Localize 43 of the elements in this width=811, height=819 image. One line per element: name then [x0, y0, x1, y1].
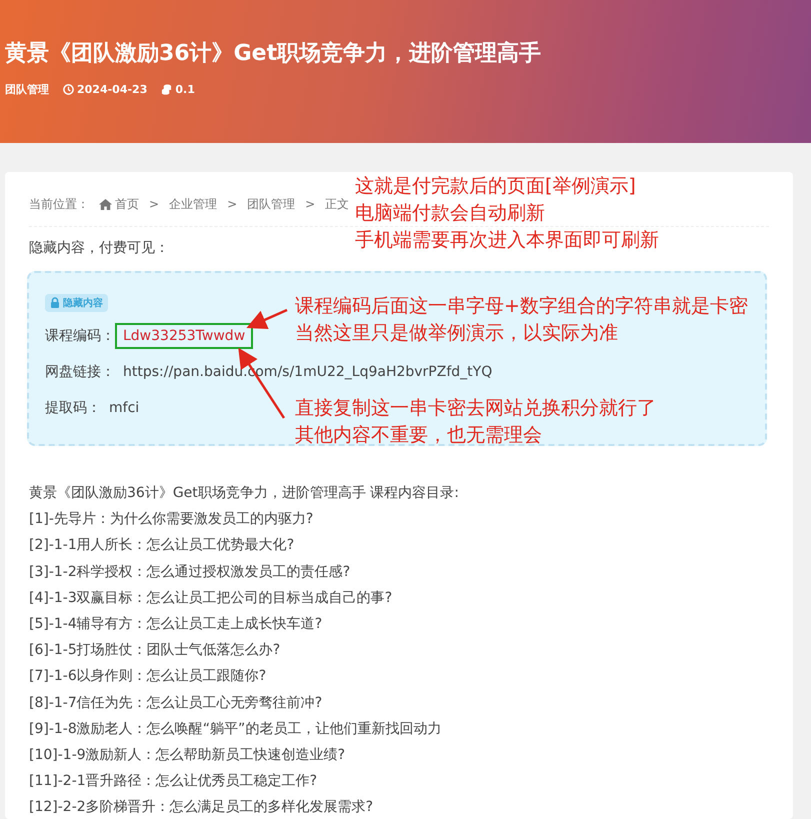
- toc-item: [9]-1-8激励老人：怎么唤醒“躺平”的老员工，让他们重新找回动力: [29, 720, 442, 739]
- paid-notice: 隐藏内容，付费可见：: [29, 239, 169, 257]
- breadcrumb-label: 当前位置：: [29, 196, 89, 212]
- toc-item: [4]-1-3双赢目标：怎么让员工把公司的目标当成自己的事?: [29, 588, 394, 608]
- breadcrumb-link[interactable]: 团队管理: [247, 196, 296, 212]
- toc-item: [12]-2-2多阶梯晋升：怎么满足员工的多样化发展需求?: [29, 798, 374, 818]
- toc-item: [1]-先导片：为什么你需要激发员工的内驱力?: [29, 510, 314, 530]
- course-code: Ldw33253Twwdw: [115, 323, 254, 349]
- annotation-note: 其他内容不重要，也无需理会: [295, 423, 543, 448]
- field-label: 提取码：: [45, 399, 101, 417]
- annotation-note: 当然这里只是做举例演示，以实际为准: [295, 321, 619, 346]
- breadcrumb-separator: >: [305, 197, 316, 211]
- price-text: 0.1: [175, 83, 195, 96]
- toc-item: [2]-1-1用人所长：怎么让员工优势最大化?: [29, 536, 296, 556]
- annotation-note: 这就是付完款后的页面[举例演示]: [355, 174, 637, 199]
- post-date: 2024-04-23: [77, 83, 148, 96]
- toc-item: [7]-1-6以身作则：怎么让员工跟随你?: [29, 667, 268, 686]
- lock-icon: [50, 297, 60, 308]
- field-label: 网盘链接：: [45, 363, 115, 381]
- breadcrumb-current: 正文: [325, 196, 350, 212]
- home-icon: [99, 198, 112, 210]
- clock-icon: [63, 84, 74, 95]
- breadcrumb-link[interactable]: 企业管理: [169, 196, 218, 212]
- arrow: [246, 308, 288, 330]
- field-value: mfci: [108, 399, 140, 418]
- annotation-note: 课程编码后面这一串字母+数字组合的字符串就是卡密: [295, 294, 748, 319]
- page-title: 黄景《团队激励36计》Get职场竞争力，进阶管理高手: [5, 40, 542, 68]
- toc-item: [10]-1-9激励新人：怎么帮助新员工快速创造业绩?: [29, 746, 346, 766]
- field-label: 课程编码：: [45, 327, 115, 345]
- toc-item: [8]-1-7信任为先：怎么让员工心无旁骛往前冲?: [29, 694, 324, 713]
- breadcrumb-separator: >: [149, 197, 160, 211]
- annotation-note: 直接复制这一串卡密去网站兑换积分就行了: [295, 396, 656, 421]
- toc-heading: 黄景《团队激励36计》Get职场竞争力，进阶管理高手 课程内容目录:: [29, 484, 460, 503]
- annotation-note: 电脑端付款会自动刷新: [355, 201, 546, 226]
- toc-item: [11]-2-1晋升路径：怎么让优秀员工稳定工作?: [29, 772, 318, 792]
- annotation-note: 手机端需要再次进入本界面即可刷新: [355, 228, 659, 253]
- toc-item: [5]-1-4辅导有方：怎么让员工走上成长快车道?: [29, 615, 324, 634]
- hidden-content-badge: 隐藏内容: [45, 294, 108, 312]
- toc-item: [6]-1-5打场胜仗：团队士气低落怎么办?: [29, 641, 282, 660]
- breadcrumb-separator: >: [227, 197, 238, 211]
- toc-item: [3]-1-2科学授权：怎么通过授权激发员工的责任感?: [29, 562, 352, 582]
- breadcrumb-link[interactable]: 首页: [99, 196, 139, 212]
- category-link[interactable]: 团队管理: [5, 82, 49, 97]
